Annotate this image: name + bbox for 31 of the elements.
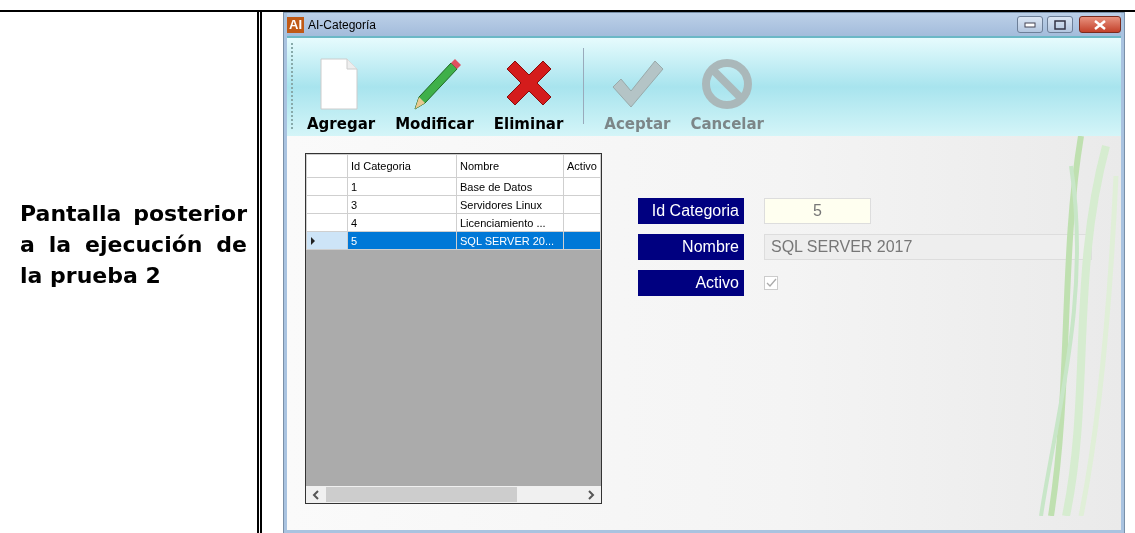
field-label: Nombre — [638, 234, 744, 260]
toolbar-button[interactable]: Agregar — [299, 57, 384, 133]
column-header[interactable]: Activo — [563, 154, 601, 178]
scrollbar-thumb[interactable] — [326, 487, 518, 502]
minimize-button[interactable] — [1017, 16, 1043, 33]
field-label: Activo — [638, 270, 744, 296]
minimize-icon — [1024, 21, 1036, 28]
scroll-left-icon — [312, 489, 320, 500]
close-button[interactable] — [1079, 16, 1121, 33]
close-icon — [1093, 19, 1107, 30]
window-title: AI-Categoría — [308, 17, 377, 32]
maximize-button[interactable] — [1047, 16, 1073, 33]
column-header[interactable]: Id Categoria — [347, 154, 457, 178]
field-label: Id Categoria — [638, 198, 744, 224]
input-field[interactable]: SQL SERVER 2017 — [764, 234, 1092, 260]
maximize-icon — [1054, 19, 1066, 30]
grid-row[interactable]: 1 Base de Datos — [306, 177, 601, 196]
grid-row[interactable]: 3 Servidores Linux — [306, 195, 601, 214]
row-header-cell — [306, 154, 348, 178]
column-header[interactable]: Nombre — [456, 154, 564, 178]
row-label: Pantalla posterior a la ejecución de la prueba 2 — [20, 200, 247, 290]
scroll-right-icon — [587, 489, 595, 500]
app-logo: AI — [287, 16, 304, 33]
input-field[interactable]: 5 — [764, 198, 871, 224]
grid-row[interactable]: 5 SQL SERVER 20... — [306, 231, 601, 250]
toolbar-button[interactable]: Eliminar — [485, 57, 572, 133]
current-row-icon — [310, 236, 316, 245]
horizontal-scrollbar[interactable] — [306, 486, 601, 503]
checkbox[interactable] — [764, 276, 778, 290]
grid-row[interactable]: 4 Licenciamiento ... — [306, 213, 601, 232]
toolbar-button[interactable]: Modificar — [387, 57, 482, 133]
